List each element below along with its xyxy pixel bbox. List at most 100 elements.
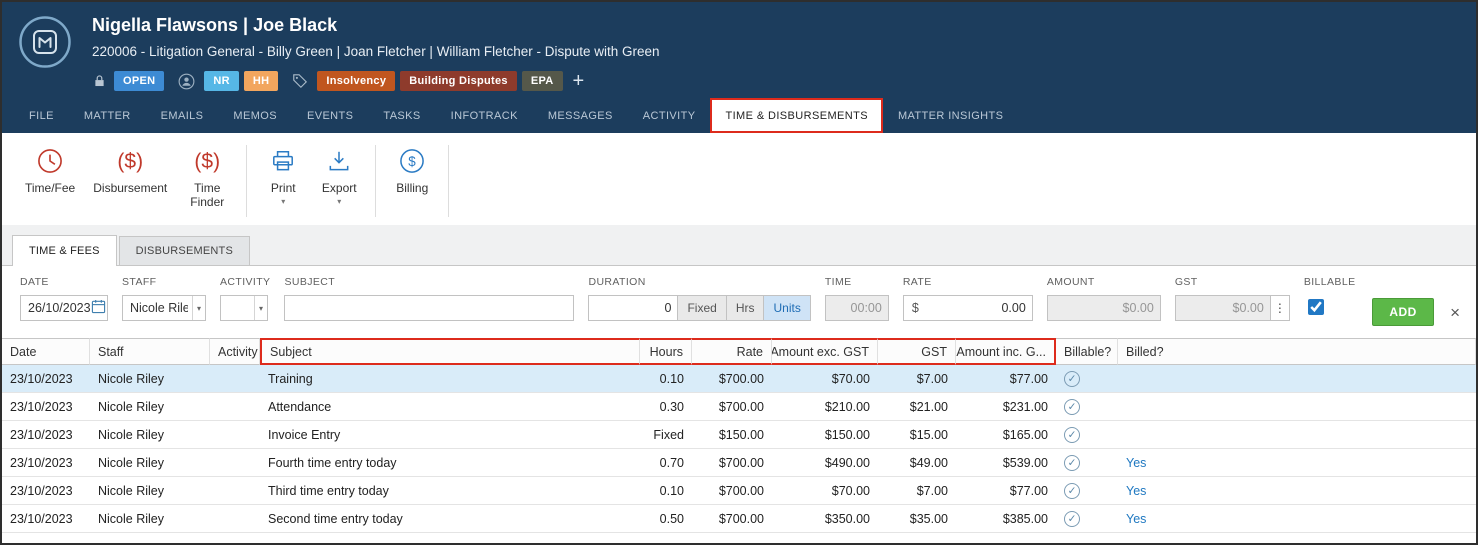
matter-badge-row: OPEN NR HH Insolvency Building Disputes … (92, 71, 660, 91)
cell-rate: $700.00 (718, 483, 764, 498)
duration-mode-hrs[interactable]: Hrs (726, 295, 765, 321)
cell-subject: Third time entry today (268, 483, 389, 498)
toolbar-button-label: Time Finder (190, 181, 225, 210)
date-input[interactable]: 26/10/2023 (20, 295, 108, 321)
nav-tab-emails[interactable]: EMAILS (146, 98, 219, 133)
cell-amount-inc-gst: $385.00 (1002, 511, 1048, 526)
cell-billed (1118, 421, 1476, 448)
date-label: DATE (20, 276, 49, 288)
nav-tab-infotrack[interactable]: INFOTRACK (436, 98, 533, 133)
billable-check-icon: ✓ (1064, 398, 1080, 415)
cell-amount-inc-gst: $77.00 (1009, 483, 1048, 498)
nav-tab-events[interactable]: EVENTS (292, 98, 368, 133)
cell-activity (210, 393, 260, 420)
billable-checkbox[interactable] (1307, 299, 1324, 315)
column-header-amount-inc-g[interactable]: Amount inc. G... (956, 338, 1056, 365)
matter-tag-building-disputes[interactable]: Building Disputes (400, 71, 517, 91)
cell-activity (210, 421, 260, 448)
table-row[interactable]: 23/10/2023 Nicole Riley Second time entry … (2, 505, 1476, 533)
cell-rate: $700.00 (718, 455, 764, 470)
cell-billable: ✓ (1056, 365, 1118, 392)
cell-date: 23/10/2023 (10, 483, 73, 498)
duration-input[interactable] (589, 296, 678, 320)
column-header-date[interactable]: Date (2, 338, 90, 365)
toolbar-time-finder-button[interactable]: ($) Time Finder (176, 143, 238, 212)
activity-select[interactable]: ▾ (220, 295, 268, 321)
cell-hours: 0.10 (659, 483, 684, 498)
gst-label: GST (1174, 276, 1198, 288)
calendar-icon[interactable] (91, 299, 106, 317)
toolbar-export-button[interactable]: Export ▾ (311, 143, 367, 208)
matter-header: Nigella Flawsons | Joe Black 220006 - Li… (2, 2, 1476, 98)
cell-subject: Fourth time entry today (268, 455, 397, 470)
cell-billed (1118, 365, 1476, 392)
toolbar-billing-button[interactable]: $ Billing (384, 143, 440, 197)
cell-gst: $49.00 (909, 455, 948, 470)
toolbar-disbursement-button[interactable]: ($) Disbursement (84, 143, 176, 197)
cell-activity (210, 505, 260, 532)
table-row[interactable]: 23/10/2023 Nicole Riley Third time entry t… (2, 477, 1476, 505)
billable-check-icon: ✓ (1064, 426, 1080, 443)
rate-input[interactable] (918, 296, 1032, 320)
cell-billed[interactable]: Yes (1118, 449, 1476, 476)
matter-tag-insolvency[interactable]: Insolvency (317, 71, 396, 91)
subtabs: TIME & FEES DISBURSEMENTS (2, 225, 1476, 266)
subtab-disbursements[interactable]: DISBURSEMENTS (118, 236, 250, 265)
staff-badge-nr[interactable]: NR (204, 71, 239, 91)
nav-tab-memos[interactable]: MEMOS (218, 98, 292, 133)
nav-tab-activity[interactable]: ACTIVITY (628, 98, 711, 133)
cell-hours: Fixed (653, 427, 684, 442)
billable-label: BILLABLE (1303, 276, 1356, 288)
staff-select[interactable]: Nicole Riley ▾ (122, 295, 206, 321)
add-button[interactable]: ADD (1372, 298, 1435, 326)
time-entries-body: 23/10/2023 Nicole Riley Training 0.10 $700.0… (2, 365, 1476, 543)
gst-input (1175, 296, 1270, 320)
column-header-subject[interactable]: Subject (260, 338, 640, 365)
column-header-staff[interactable]: Staff (90, 338, 210, 365)
table-row[interactable]: 23/10/2023 Nicole Riley Fourth time entry … (2, 449, 1476, 477)
column-header-gst[interactable]: GST (878, 338, 956, 365)
amount-field-group: AMOUNT (1046, 276, 1161, 321)
column-header-rate[interactable]: Rate (692, 338, 772, 365)
cell-amount-exc-gst: $150.00 (824, 427, 870, 442)
nav-tab-matter-insights[interactable]: MATTER INSIGHTS (883, 98, 1018, 133)
cell-hours: 0.50 (659, 511, 684, 526)
duration-controls: FixedHrsUnits (588, 295, 811, 321)
matter-tag-epa[interactable]: EPA (521, 71, 563, 91)
toolbar-print-button[interactable]: Print ▾ (255, 143, 311, 208)
column-header-activity[interactable]: Activity (210, 338, 260, 365)
dollar-circle-icon: $ (398, 145, 426, 177)
cell-subject: Training (268, 371, 313, 386)
subject-input[interactable] (285, 296, 574, 320)
nav-tab-file[interactable]: FILE (14, 98, 69, 133)
duration-mode-fixed[interactable]: Fixed (678, 295, 727, 321)
printer-icon (270, 145, 296, 177)
nav-tab-time-disbursements[interactable]: TIME & DISBURSEMENTS (710, 98, 883, 133)
nav-tab-tasks[interactable]: TASKS (368, 98, 435, 133)
toolbar-time-fee-button[interactable]: Time/Fee (16, 143, 84, 197)
nav-tab-messages[interactable]: MESSAGES (533, 98, 628, 133)
gst-options-button[interactable]: ⋮ (1270, 295, 1290, 321)
column-header-billed[interactable]: Billed? (1118, 338, 1476, 365)
table-row[interactable]: 23/10/2023 Nicole Riley Attendance 0.30 $700… (2, 393, 1476, 421)
table-row[interactable]: 23/10/2023 Nicole Riley Invoice Entry Fixed… (2, 421, 1476, 449)
duration-field-group: DURATION FixedHrsUnits (588, 276, 811, 321)
column-header-amount-exc-gst[interactable]: Amount exc. GST (772, 338, 878, 365)
table-row[interactable]: 23/10/2023 Nicole Riley Training 0.10 $700.0… (2, 365, 1476, 393)
chevron-down-icon[interactable]: ▾ (337, 197, 341, 206)
column-header-billable[interactable]: Billable? (1056, 338, 1118, 365)
chevron-down-icon[interactable]: ▾ (281, 197, 285, 206)
cell-billed[interactable]: Yes (1118, 505, 1476, 532)
subject-field-wrap (284, 295, 575, 321)
main-nav-tabs: FILE MATTER EMAILS MEMOS EVENTS TASKS INFOTRAC… (2, 98, 1476, 133)
nav-tab-matter[interactable]: MATTER (69, 98, 146, 133)
cell-amount-exc-gst: $490.00 (824, 455, 870, 470)
staff-badge-hh[interactable]: HH (243, 71, 279, 91)
add-tag-button[interactable]: + (573, 71, 585, 91)
column-header-hours[interactable]: Hours (640, 338, 692, 365)
cell-billed[interactable]: Yes (1118, 477, 1476, 504)
subtab-time-fees[interactable]: TIME & FEES (12, 235, 117, 266)
duration-mode-units[interactable]: Units (764, 295, 811, 321)
cell-staff: Nicole Riley (98, 427, 164, 442)
close-icon[interactable]: × (1450, 304, 1460, 321)
